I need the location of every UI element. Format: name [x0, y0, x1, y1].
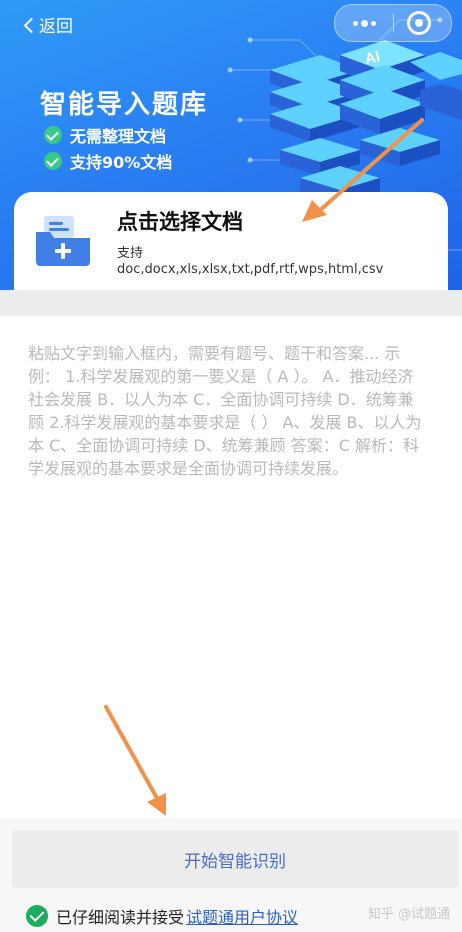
start-recognition-button[interactable]: 开始智能识别 — [12, 830, 458, 888]
feature-item: 支持90%文档 — [44, 149, 172, 173]
chevron-left-icon — [23, 17, 40, 33]
feature-item: 无需整理文档 — [44, 123, 166, 147]
supported-label: 支持 — [117, 246, 144, 261]
user-agreement-link[interactable]: 试题通用户协议 — [186, 904, 298, 928]
capsule-divider — [393, 14, 394, 32]
server-stack-ai — [340, 40, 425, 134]
mini-program-capsule — [334, 4, 452, 42]
section-divider — [0, 290, 462, 316]
check-circle-icon — [44, 126, 62, 144]
upload-card[interactable]: 点击选择文档 支持 doc,docx,xls,xlsx,txt,pdf,rtf,… — [14, 192, 448, 292]
paste-textarea[interactable]: 粘贴文字到输入框内，需要有题号、题干和答案... 示例： 1.科学发展观的第一要… — [28, 342, 428, 480]
arrow-to-start — [104, 705, 166, 816]
folder-plus-icon — [36, 216, 90, 266]
watermark: 知乎 @试题通 — [368, 907, 451, 922]
more-menu-button[interactable] — [347, 5, 381, 41]
check-circle-icon[interactable] — [26, 905, 48, 927]
supported-formats: doc,docx,xls,xlsx,txt,pdf,rtf,wps,html,c… — [117, 262, 384, 277]
agreement-row: 已仔细阅读并接受 试题通用户协议 — [26, 904, 298, 928]
close-target-icon[interactable] — [407, 11, 431, 35]
upload-title: 点击选择文档 — [117, 210, 243, 234]
check-circle-icon — [44, 152, 62, 170]
dot-icon — [360, 19, 368, 27]
dot-icon — [370, 20, 376, 26]
hero-title: 智能导入题库 — [40, 90, 209, 120]
agreement-text: 已仔细阅读并接受 — [56, 908, 185, 927]
dot-icon — [352, 20, 358, 26]
back-button[interactable]: 返回 — [23, 12, 73, 37]
